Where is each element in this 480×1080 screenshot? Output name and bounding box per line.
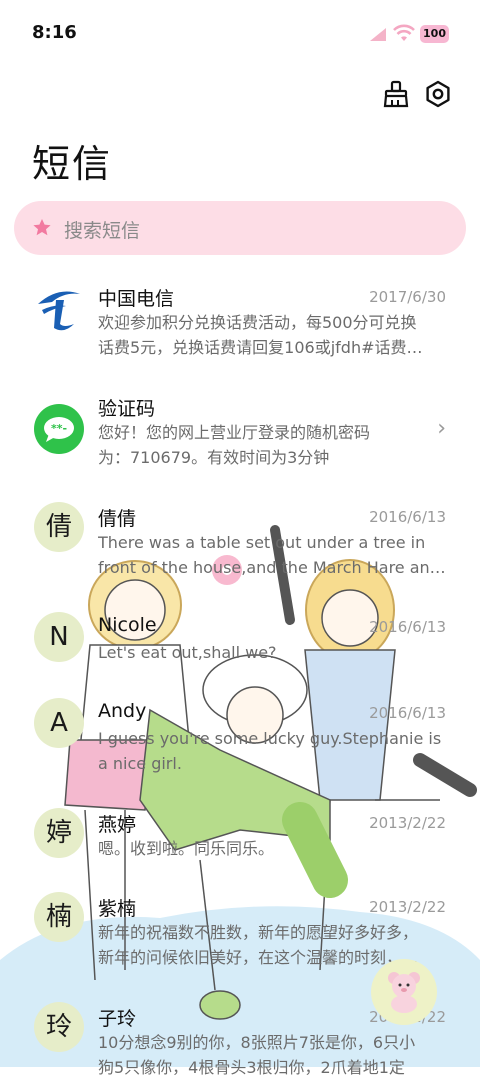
contact-name: 紫楠 bbox=[98, 898, 137, 920]
contact-name: Nicole bbox=[98, 614, 157, 636]
contact-name: Andy bbox=[98, 700, 147, 722]
chevron-right-icon: › bbox=[437, 416, 446, 441]
message-preview-line2: 狗5只像你，4根骨头3根归你，2爪着地1定 bbox=[98, 1058, 405, 1077]
status-bar: 8:16 100 bbox=[0, 0, 480, 66]
china-telecom-logo-icon bbox=[38, 291, 80, 331]
message-preview-line1: I guess you're some lucky guy.Stephanie … bbox=[98, 729, 442, 748]
battery-indicator: 100 bbox=[420, 25, 449, 43]
message-preview-line2: 话费5元，兑换话费请回复106或jfdh#话费… bbox=[98, 338, 423, 357]
svg-text:**-: **- bbox=[51, 422, 67, 435]
message-preview-line1: 10分想念9别的你，8张照片7张是你，6只小 bbox=[98, 1033, 416, 1052]
message-preview-line1: 新年的祝福数不胜数，新年的愿望好多好多， bbox=[98, 923, 419, 942]
signal-icon bbox=[370, 28, 386, 41]
message-preview-line1: 嗯。收到啦。同乐同乐。 bbox=[98, 839, 275, 858]
message-preview-line1: 您好！您的网上营业厅登录的随机密码 bbox=[98, 423, 371, 442]
avatar: N bbox=[34, 612, 84, 662]
search-input[interactable]: 搜索短信 bbox=[64, 216, 140, 243]
message-preview-line2: a nice girl. bbox=[98, 754, 182, 773]
message-preview-line1: Let's eat out,shall we? bbox=[98, 643, 277, 662]
message-date: 2013/2/22 bbox=[369, 898, 446, 916]
teddy-bear-icon bbox=[388, 972, 420, 1013]
avatar: 楠 bbox=[34, 892, 84, 942]
message-preview-line2: 为：710679。有效时间为3分钟 bbox=[98, 448, 330, 467]
avatar: 玲 bbox=[34, 1002, 84, 1052]
broom-icon[interactable] bbox=[382, 80, 410, 108]
message-date: 2017/6/30 bbox=[369, 288, 446, 306]
message-date: 2016/6/13 bbox=[369, 704, 446, 722]
message-preview-line1: 欢迎参加积分兑换话费活动，每500分可兑换 bbox=[98, 313, 417, 332]
contact-name: 中国电信 bbox=[98, 288, 175, 310]
contact-name: 倩倩 bbox=[98, 508, 137, 530]
message-date: 2013/2/22 bbox=[369, 814, 446, 832]
message-date: 2016/6/13 bbox=[369, 508, 446, 526]
contact-name: 燕婷 bbox=[98, 814, 137, 836]
status-time: 8:16 bbox=[32, 22, 77, 43]
message-preview-line1: There was a table set out under a tree i… bbox=[98, 533, 426, 552]
compose-button[interactable] bbox=[371, 959, 437, 1025]
contact-name: 验证码 bbox=[98, 398, 156, 420]
avatar: 倩 bbox=[34, 502, 84, 552]
message-preview-line2: front of the house,and the March Hare an… bbox=[98, 558, 446, 577]
message-bubble-icon: **- bbox=[34, 404, 84, 454]
flower-icon bbox=[33, 219, 51, 236]
contact-name: 子玲 bbox=[98, 1008, 137, 1030]
wifi-icon bbox=[393, 24, 415, 41]
avatar: 婷 bbox=[34, 808, 84, 858]
search-bar[interactable]: 搜索短信 bbox=[14, 201, 466, 255]
settings-gear-icon[interactable] bbox=[424, 80, 452, 108]
avatar: A bbox=[34, 698, 84, 748]
page-title: 短信 bbox=[32, 142, 113, 186]
message-date: 2016/6/13 bbox=[369, 618, 446, 636]
